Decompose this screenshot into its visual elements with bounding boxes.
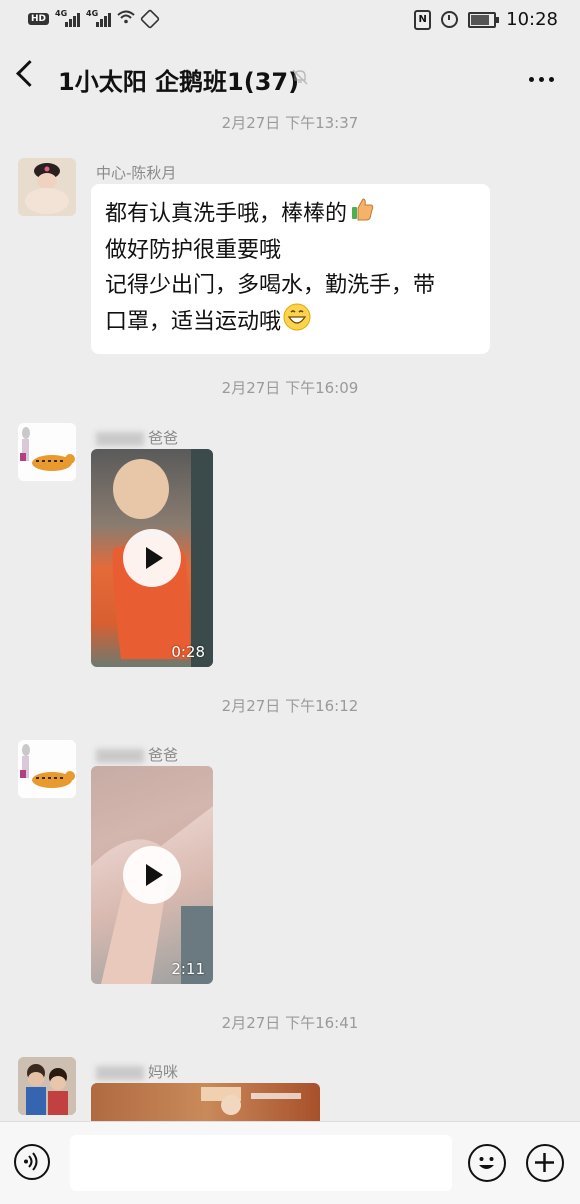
avatar[interactable] (18, 1057, 76, 1115)
signal-icon-2: 4G (86, 9, 112, 27)
blurred-name (96, 748, 144, 763)
timestamp: 2月27日 下午16:41 (221, 1014, 359, 1032)
text-message-bubble[interactable]: 都有认真洗手哦，棒棒的 做好防护很重要哦 记得少出门，多喝水，勤洗手，带 口罩，… (91, 184, 490, 354)
thumbs-up-icon (349, 196, 375, 233)
emoji-icon[interactable] (468, 1144, 506, 1182)
video-duration: 0:28 (171, 643, 205, 661)
chat-title: 1小太阳 企鹅班1(37) (58, 68, 300, 96)
chat-header: 1小太阳 企鹅班1(37) (0, 44, 580, 110)
timestamp: 2月27日 下午13:37 (221, 114, 359, 132)
voice-icon[interactable] (14, 1144, 50, 1180)
vpn-icon (139, 8, 161, 30)
timestamp: 2月27日 下午16:12 (221, 697, 359, 715)
signal-icon: 4G (55, 9, 81, 27)
input-bar (0, 1121, 580, 1204)
message-line: 记得少出门，多喝水，勤洗手，带 (105, 273, 436, 298)
video-message[interactable]: 0:28 (91, 449, 213, 667)
avatar[interactable] (18, 423, 76, 481)
sender-name-text: 妈咪 (148, 1063, 179, 1081)
play-icon[interactable] (123, 846, 181, 904)
alarm-icon (441, 11, 459, 28)
avatar[interactable] (18, 740, 76, 798)
wifi-icon (117, 10, 135, 28)
sender-name-text: 爸爸 (148, 746, 179, 764)
sim2-network-label: 4G (86, 9, 99, 18)
video-message[interactable]: 2:11 (91, 766, 213, 984)
message-line: 都有认真洗手哦，棒棒的 (105, 201, 348, 227)
sender-name-text: 爸爸 (148, 429, 179, 447)
sender-name: 爸爸 (96, 744, 178, 765)
bell-muted-icon (292, 69, 308, 85)
play-icon[interactable] (123, 529, 181, 587)
sender-name: 爸爸 (96, 427, 178, 448)
hd-badge: HD (28, 13, 50, 25)
blurred-name (96, 1065, 144, 1080)
timestamp: 2月27日 下午16:09 (221, 379, 359, 397)
more-dots-icon[interactable] (529, 77, 554, 82)
image-message[interactable] (91, 1083, 320, 1121)
plus-icon[interactable] (526, 1144, 564, 1182)
sender-name: 妈咪 (96, 1061, 178, 1082)
message-line: 做好防护很重要哦 (105, 238, 282, 263)
status-left: HD 4G 4G (28, 8, 161, 30)
avatar[interactable] (18, 158, 76, 216)
back-icon[interactable] (16, 60, 43, 87)
nfc-icon: N (414, 9, 432, 30)
status-time: 10:28 (506, 9, 558, 30)
grinning-face-icon (283, 303, 311, 342)
status-right: N 10:28 (414, 9, 558, 30)
battery-icon (468, 11, 500, 28)
video-duration: 2:11 (171, 960, 205, 978)
sim1-network-label: 4G (55, 9, 68, 18)
status-bar: HD 4G 4G N 10:28 (0, 0, 580, 42)
blurred-name (96, 431, 144, 446)
message-line: 口罩，适当运动哦 (105, 309, 282, 335)
message-input[interactable] (70, 1135, 452, 1191)
sender-name: 中心-陈秋月 (96, 164, 177, 182)
